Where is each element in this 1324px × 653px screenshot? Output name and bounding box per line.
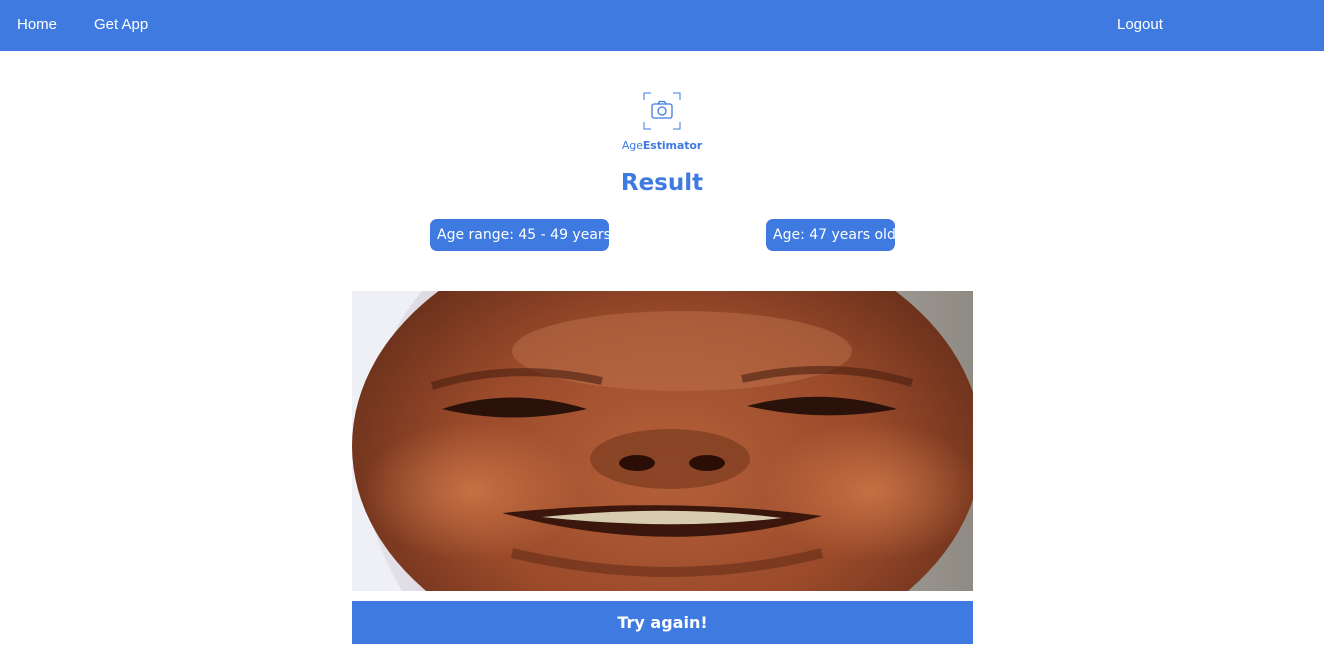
face-photo — [352, 291, 973, 591]
age-range-badge: Age range: 45 - 49 years — [430, 219, 611, 251]
top-navbar: Home Get App Logout — [0, 0, 1324, 51]
nav-get-app-link[interactable]: Get App — [94, 16, 148, 34]
try-again-button[interactable]: Try again! — [352, 601, 973, 644]
nav-logout-link[interactable]: Logout — [1117, 16, 1163, 34]
face-photo-illustration — [352, 291, 973, 591]
result-title: Result — [620, 170, 704, 196]
age-badge: Age: 47 years old — [766, 219, 896, 251]
app-logo: AgeEstimator — [612, 92, 712, 156]
logo-wordmark: AgeEstimator — [612, 139, 712, 152]
logo-text-light: Age — [621, 139, 643, 152]
camera-icon — [643, 92, 681, 130]
logo-text-bold: Estimator — [642, 139, 703, 152]
nav-home-link[interactable]: Home — [17, 16, 57, 34]
